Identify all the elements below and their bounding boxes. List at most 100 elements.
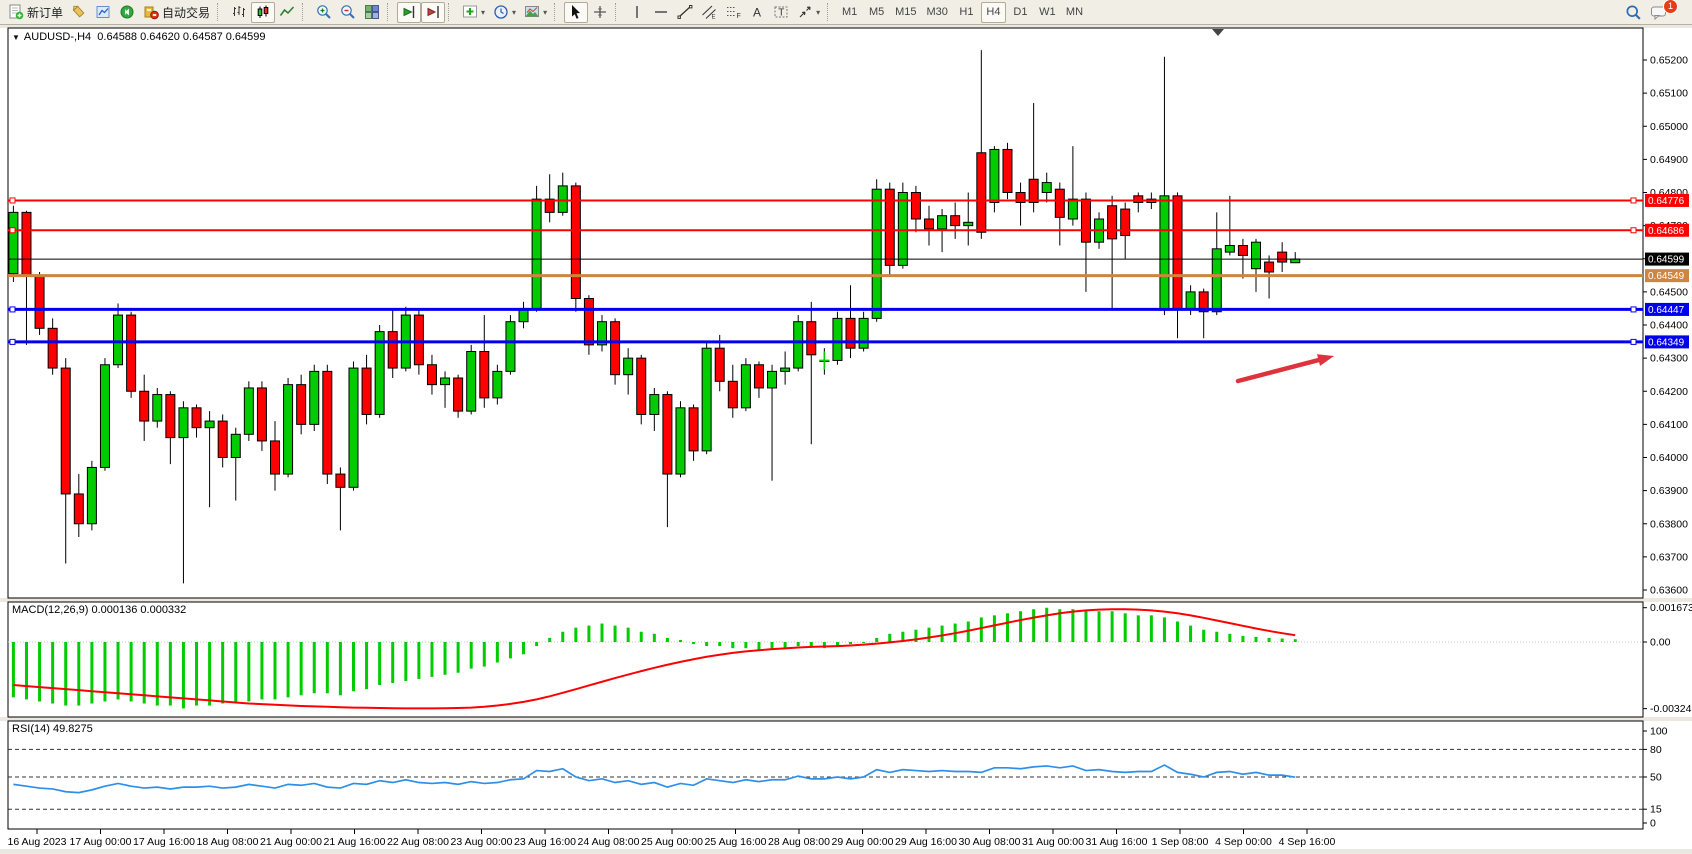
- price-panel[interactable]: [8, 28, 1643, 598]
- text-tool-button[interactable]: A: [745, 2, 769, 23]
- autotrade-button[interactable]: 自动交易: [139, 2, 214, 23]
- indicators-dropdown-caret[interactable]: ▾: [481, 8, 485, 17]
- sound-button[interactable]: [115, 2, 139, 23]
- trendline-tool-button[interactable]: [673, 2, 697, 23]
- tile-windows-icon: [364, 4, 380, 20]
- svg-text:17 Aug 00:00: 17 Aug 00:00: [70, 836, 132, 848]
- line-handle[interactable]: [10, 198, 15, 203]
- autotrade-label: 自动交易: [162, 4, 210, 21]
- timeframe-d1-button[interactable]: D1: [1008, 2, 1033, 23]
- svg-text:4 Sep 00:00: 4 Sep 00:00: [1215, 836, 1272, 848]
- new-order-button[interactable]: 新订单: [4, 2, 67, 23]
- auto-scroll-icon: [401, 4, 417, 20]
- timeframe-w1-button[interactable]: W1: [1035, 2, 1060, 23]
- candle: [271, 441, 280, 474]
- arrows-tool-button[interactable]: ▾: [793, 2, 824, 23]
- candle: [676, 408, 685, 474]
- svg-text:0.63800: 0.63800: [1650, 518, 1688, 530]
- svg-text:0.64349: 0.64349: [1648, 337, 1685, 348]
- zoom-in-button[interactable]: [312, 2, 336, 23]
- bar-chart-mode-button[interactable]: [227, 2, 251, 23]
- timeframe-m1-button[interactable]: M1: [837, 2, 862, 23]
- candle: [624, 358, 633, 375]
- candle: [650, 395, 659, 415]
- candle: [297, 385, 306, 425]
- line-handle[interactable]: [10, 228, 15, 233]
- candle: [768, 371, 777, 388]
- periods-button[interactable]: ▾: [489, 2, 520, 23]
- timeframe-mn-button[interactable]: MN: [1062, 2, 1087, 23]
- timeframe-h4-button[interactable]: H4: [981, 2, 1006, 23]
- tile-windows-button[interactable]: [360, 2, 384, 23]
- candle: [1278, 252, 1287, 262]
- candle: [100, 365, 109, 468]
- indicators-button[interactable]: ▾: [458, 2, 489, 23]
- chart-shift-button[interactable]: [421, 2, 445, 23]
- rsi-label: RSI(14) 49.8275: [12, 723, 93, 735]
- fibonacci-tool-button[interactable]: F: [721, 2, 745, 23]
- text-label-tool-button[interactable]: T: [769, 2, 793, 23]
- line-handle[interactable]: [1631, 339, 1636, 344]
- search-button[interactable]: [1621, 2, 1646, 23]
- svg-text:0.63600: 0.63600: [1650, 585, 1688, 597]
- symbol-dropdown-icon[interactable]: ▼: [12, 33, 20, 42]
- arrows-dropdown-caret[interactable]: ▾: [816, 8, 820, 17]
- svg-text:-0.003249: -0.003249: [1650, 703, 1692, 715]
- timeframe-m5-button[interactable]: M5: [864, 2, 889, 23]
- candle: [454, 378, 463, 411]
- candle: [663, 395, 672, 475]
- candle: [127, 315, 136, 391]
- svg-text:0.63700: 0.63700: [1650, 551, 1688, 563]
- text-icon: A: [749, 4, 765, 20]
- candle: [1068, 199, 1077, 219]
- chart-canvas[interactable]: 0.652000.651000.650000.649000.648000.647…: [0, 0, 1692, 854]
- rsi-panel[interactable]: [8, 721, 1643, 829]
- candle: [584, 299, 593, 345]
- crayon-button[interactable]: [67, 2, 91, 23]
- candle: [114, 315, 123, 365]
- svg-text:21 Aug 16:00: 21 Aug 16:00: [324, 836, 386, 848]
- zoom-in-icon: [316, 4, 332, 20]
- candlestick-mode-button[interactable]: [251, 2, 275, 23]
- timeframe-h1-button[interactable]: H1: [954, 2, 979, 23]
- autotrade-icon: [143, 4, 159, 20]
- timeframe-m30-button[interactable]: M30: [923, 2, 952, 23]
- svg-text:100: 100: [1650, 726, 1668, 738]
- templates-dropdown-caret[interactable]: ▾: [543, 8, 547, 17]
- svg-text:0.65200: 0.65200: [1650, 55, 1688, 67]
- timeframe-m15-button[interactable]: M15: [891, 2, 920, 23]
- svg-text:18 Aug 08:00: 18 Aug 08:00: [197, 836, 259, 848]
- candle: [231, 434, 240, 457]
- candle: [637, 358, 646, 414]
- svg-text:0.64686: 0.64686: [1648, 226, 1685, 237]
- equidistant-channel-tool-button[interactable]: E: [697, 2, 721, 23]
- candle: [9, 212, 18, 273]
- new-order-label: 新订单: [27, 4, 63, 21]
- market-window-button[interactable]: [91, 2, 115, 23]
- line-handle[interactable]: [1631, 228, 1636, 233]
- svg-text:0.64500: 0.64500: [1650, 286, 1688, 298]
- line-handle[interactable]: [1631, 198, 1636, 203]
- vertical-line-tool-button[interactable]: [625, 2, 649, 23]
- candle: [794, 322, 803, 368]
- auto-scroll-button[interactable]: [397, 2, 421, 23]
- line-chart-mode-button[interactable]: [275, 2, 299, 23]
- templates-button[interactable]: ▾: [520, 2, 551, 23]
- line-handle[interactable]: [10, 307, 15, 312]
- line-handle[interactable]: [1631, 307, 1636, 312]
- candle: [1212, 249, 1221, 312]
- periods-dropdown-caret[interactable]: ▾: [512, 8, 516, 17]
- candle: [1238, 246, 1247, 256]
- macd-panel[interactable]: [8, 602, 1643, 717]
- zoom-out-button[interactable]: [336, 2, 360, 23]
- line-handle[interactable]: [10, 339, 15, 344]
- cursor-tool-button[interactable]: [564, 2, 588, 23]
- candle: [493, 371, 502, 398]
- svg-text:0.64100: 0.64100: [1650, 419, 1688, 431]
- chat-button[interactable]: 1: [1646, 2, 1672, 23]
- arrow-objects-icon: [797, 4, 813, 20]
- svg-text:25 Aug 00:00: 25 Aug 00:00: [641, 836, 703, 848]
- toolbar-separator: [387, 3, 394, 21]
- horizontal-line-tool-button[interactable]: [649, 2, 673, 23]
- crosshair-tool-button[interactable]: [588, 2, 612, 23]
